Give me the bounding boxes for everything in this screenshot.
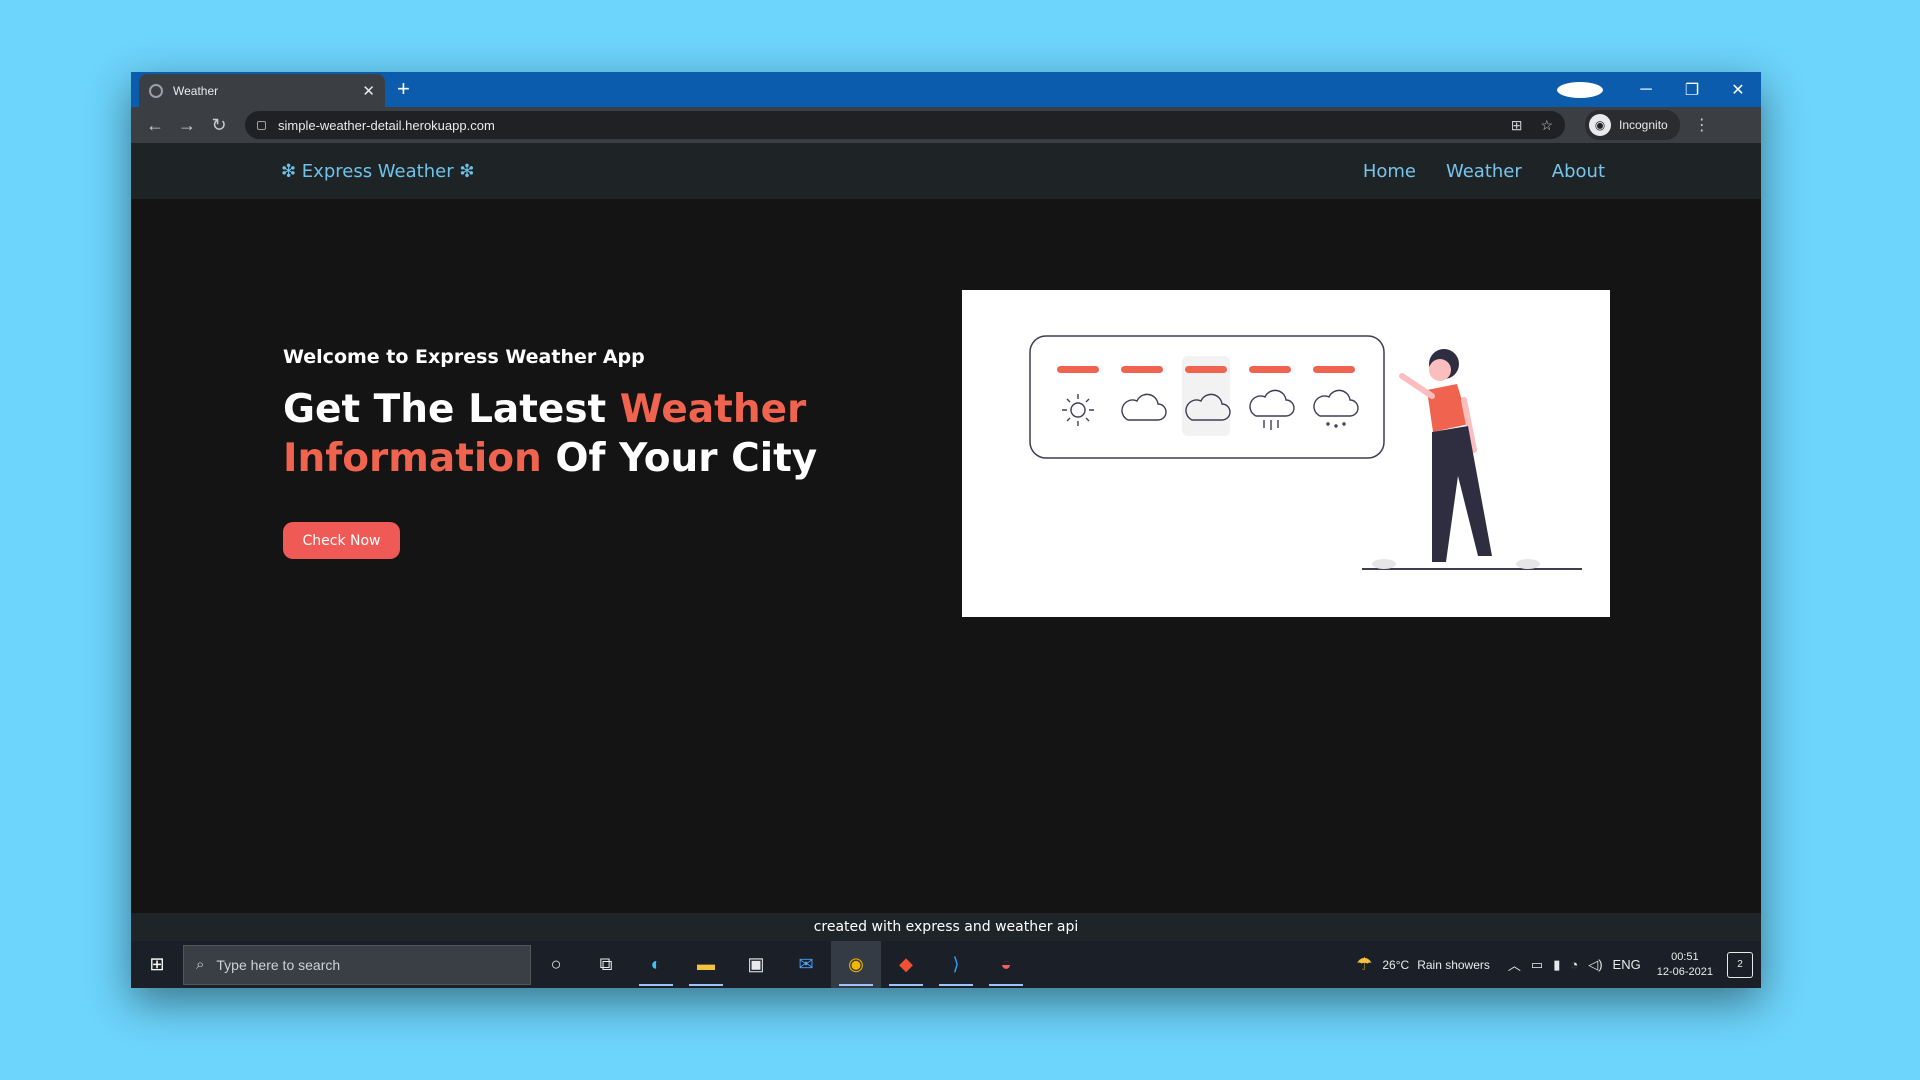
headline-part2: Of Your City xyxy=(541,436,818,481)
language-indicator[interactable]: ENG xyxy=(1613,957,1641,972)
minimize-button[interactable]: ─ xyxy=(1623,81,1669,99)
tab-close-icon[interactable]: ✕ xyxy=(362,82,375,100)
browser-toolbar: ← → ↻ simple-weather-detail.herokuapp.co… xyxy=(131,107,1761,143)
task-view-icon[interactable]: ⧉ xyxy=(581,941,631,988)
clock-time: 00:51 xyxy=(1671,950,1699,963)
nav-about-link[interactable]: About xyxy=(1552,161,1605,182)
forward-icon[interactable]: → xyxy=(171,115,203,136)
check-now-button[interactable]: Check Now xyxy=(283,522,400,559)
weather-desc: Rain showers xyxy=(1417,957,1490,972)
nav-home-link[interactable]: Home xyxy=(1363,161,1416,182)
clock-date: 12-06-2021 xyxy=(1656,965,1713,978)
headline-accent-weather: Weather xyxy=(619,387,807,432)
back-icon[interactable]: ← xyxy=(139,115,171,136)
vscode-icon[interactable]: ⟩ xyxy=(931,941,981,988)
address-bar[interactable]: simple-weather-detail.herokuapp.com ⊞ ☆ xyxy=(245,111,1565,139)
tab-title: Weather xyxy=(173,83,219,98)
windows-taskbar: ⊞ ⌕ Type here to search ○ ⧉ ◐ ▬ ▣ ✉ ◉ ◆ … xyxy=(131,941,1761,988)
file-explorer-icon[interactable]: ▬ xyxy=(681,941,731,988)
incognito-label: Incognito xyxy=(1619,118,1668,132)
close-window-button[interactable]: ✕ xyxy=(1715,80,1761,100)
forecast-bar xyxy=(1249,366,1291,373)
search-placeholder: Type here to search xyxy=(216,956,341,973)
site-footer: created with express and weather api xyxy=(131,913,1761,941)
restore-button[interactable]: ❐ xyxy=(1669,80,1715,100)
site-navbar: ❇ Express Weather ❇ Home Weather About xyxy=(131,143,1761,199)
profile-menu-icon[interactable]: ▼ xyxy=(1557,81,1603,99)
forecast-bar xyxy=(1313,366,1355,373)
app-icon[interactable]: ◒ xyxy=(981,941,1031,988)
chevron-up-icon[interactable]: ︿ xyxy=(1508,955,1521,974)
incognito-icon: ◉ xyxy=(1589,114,1611,136)
globe-icon xyxy=(149,83,163,98)
wifi-icon[interactable]: ◔ xyxy=(1570,957,1578,972)
lock-icon[interactable] xyxy=(257,120,266,130)
headline-accent-information: Information xyxy=(283,436,542,481)
site-brand[interactable]: ❇ Express Weather ❇ xyxy=(281,161,474,182)
window-controls: ▼ ─ ❐ ✕ xyxy=(1557,72,1761,107)
headline-part1: Get The Latest xyxy=(283,387,620,432)
new-tab-button[interactable]: + xyxy=(397,77,410,101)
taskbar-search-input[interactable]: ⌕ Type here to search xyxy=(183,944,531,985)
translate-icon[interactable]: ⊞ xyxy=(1511,117,1523,134)
git-icon[interactable]: ◆ xyxy=(881,941,931,988)
tab-strip: Weather ✕ + ▼ ─ ❐ ✕ xyxy=(131,72,1761,107)
tray-weather[interactable]: ☂ 26°C Rain showers xyxy=(1356,954,1490,975)
device-icon[interactable]: ▭ xyxy=(1531,957,1543,973)
rain-showers-icon: ☂ xyxy=(1356,954,1373,974)
battery-icon[interactable]: ▮ xyxy=(1553,957,1560,973)
search-icon: ⌕ xyxy=(196,956,205,973)
tray-clock[interactable]: 00:51 12-06-2021 xyxy=(1657,950,1713,980)
reload-icon[interactable]: ↻ xyxy=(203,115,235,136)
browser-window: Weather ✕ + ▼ ─ ❐ ✕ ← → ↻ simple-weather… xyxy=(131,72,1761,988)
volume-icon[interactable]: ◁) xyxy=(1588,957,1602,973)
url-text[interactable]: simple-weather-detail.herokuapp.com xyxy=(278,118,1493,133)
forecast-bar xyxy=(1057,366,1099,373)
system-tray: ☂ 26°C Rain showers ︿ ▭ ▮ ◔ ◁) ENG 00:51… xyxy=(1356,941,1753,988)
nav-weather-link[interactable]: Weather xyxy=(1446,161,1522,182)
illustration-svg xyxy=(1029,335,1582,570)
weather-temp: 26°C xyxy=(1382,957,1410,972)
incognito-badge[interactable]: ◉ Incognito xyxy=(1585,110,1680,140)
hero-section: Welcome to Express Weather App Get The L… xyxy=(131,199,1761,913)
welcome-text: Welcome to Express Weather App xyxy=(283,346,645,368)
bookmark-star-icon[interactable]: ☆ xyxy=(1540,117,1553,134)
forecast-bar xyxy=(1185,366,1227,373)
cortana-icon[interactable]: ○ xyxy=(531,941,581,988)
browser-tab[interactable]: Weather ✕ xyxy=(139,74,385,107)
hero-headline: Get The Latest Weather Information Of Yo… xyxy=(283,385,843,483)
windows-start-icon[interactable]: ⊞ xyxy=(131,954,183,975)
person-figure xyxy=(1362,349,1582,570)
mail-icon[interactable]: ✉ xyxy=(781,941,831,988)
store-icon[interactable]: ▣ xyxy=(731,941,781,988)
edge-icon[interactable]: ◐ xyxy=(631,941,681,988)
forecast-bar xyxy=(1121,366,1163,373)
weather-illustration xyxy=(962,290,1610,617)
browser-menu-icon[interactable]: ⋮ xyxy=(1694,115,1710,135)
nav-links: Home Weather About xyxy=(1363,161,1605,182)
notification-center-icon[interactable]: 2 xyxy=(1727,951,1753,978)
chrome-icon[interactable]: ◉ xyxy=(831,941,881,988)
